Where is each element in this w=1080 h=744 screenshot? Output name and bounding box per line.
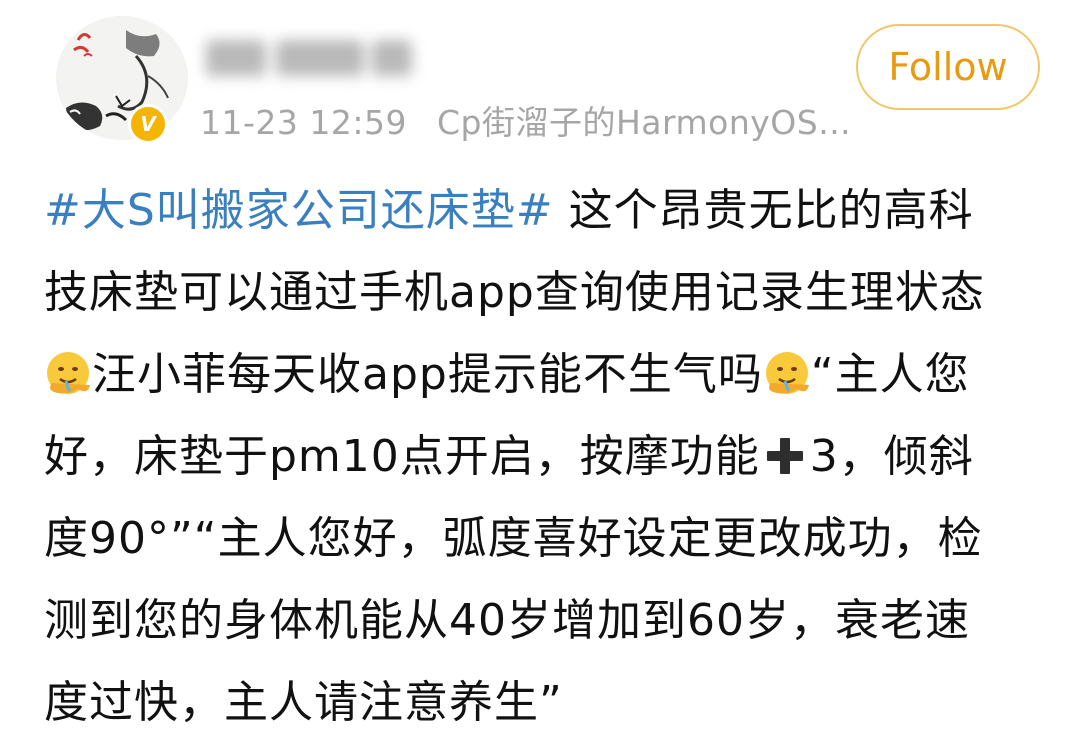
- content-line-5: 度90°”“主人您好，弧度喜好设定更改成功，检: [44, 513, 983, 564]
- avatar[interactable]: [56, 16, 188, 140]
- content-line-7: 度过快，主人请注意养生”: [44, 677, 563, 728]
- hashtag-link[interactable]: #大S叫搬家公司还床垫#: [44, 185, 554, 236]
- weibo-post: V 11-23 12:59 Cp街溜子的HarmonyOS... Follow #…: [0, 0, 1080, 728]
- follow-button[interactable]: Follow: [856, 24, 1040, 110]
- content-text-3-tail: “主人您: [810, 349, 970, 400]
- content-text-3: 汪小菲每天收app提示能不生气吗: [92, 349, 763, 400]
- post-source[interactable]: Cp街溜子的HarmonyOS...: [437, 103, 851, 142]
- heavy-plus-icon: [766, 438, 803, 474]
- content-text-4-tail: 3，倾斜: [809, 431, 974, 482]
- cat-sketch-avatar-icon: [58, 16, 186, 140]
- content-text-4: 好，床垫于pm10点开启，按摩功能: [44, 431, 760, 482]
- content-line-1: #大S叫搬家公司还床垫# 这个昂贵无比的高科: [44, 170, 1044, 252]
- drooling-face-emoji-icon: [765, 352, 809, 394]
- post-meta: 11-23 12:59 Cp街溜子的HarmonyOS...: [200, 96, 851, 144]
- content-line-2: 技床垫可以通过手机app查询使用记录生理状态: [44, 267, 985, 318]
- username-blurred[interactable]: [206, 34, 416, 84]
- drooling-face-emoji-icon: [47, 352, 90, 394]
- post-timestamp: 11-23 12:59: [200, 103, 407, 142]
- verified-v-icon: V: [128, 104, 168, 144]
- post-content: #大S叫搬家公司还床垫# 这个昂贵无比的高科 技床垫可以通过手机app查询使用记…: [44, 170, 1044, 744]
- content-line-6: 测到您的身体机能从40岁增加到60岁，衰老速: [44, 595, 970, 646]
- content-line-4: 好，床垫于pm10点开启，按摩功能 3，倾斜: [44, 416, 1044, 498]
- content-line-3: 汪小菲每天收app提示能不生气吗 “主人您: [44, 334, 1044, 416]
- content-text-1: 这个昂贵无比的高科: [568, 185, 974, 236]
